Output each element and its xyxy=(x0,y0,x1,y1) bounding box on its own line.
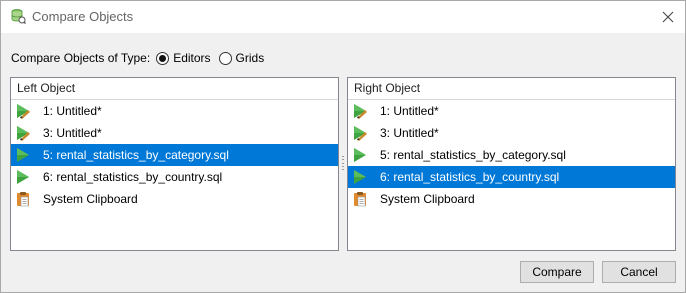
list-item-label: 5: rental_statistics_by_category.sql xyxy=(380,148,566,162)
radio-grids-label: Grids xyxy=(235,51,265,65)
right-item-untitled-3[interactable]: 3: Untitled* xyxy=(348,122,675,144)
editor-icon xyxy=(352,147,368,163)
left-item-rental-by-country[interactable]: 6: rental_statistics_by_country.sql xyxy=(11,166,338,188)
cancel-button[interactable]: Cancel xyxy=(602,261,676,283)
editor-icon xyxy=(15,169,31,185)
list-item-label: 1: Untitled* xyxy=(380,104,439,118)
right-item-untitled-1[interactable]: 1: Untitled* xyxy=(348,100,675,122)
list-item-label: 3: Untitled* xyxy=(43,126,102,140)
database-compare-icon xyxy=(10,8,26,24)
list-item-label: 1: Untitled* xyxy=(43,104,102,118)
title-bar: Compare Objects xyxy=(1,1,685,33)
list-item-label: 6: rental_statistics_by_country.sql xyxy=(380,170,560,184)
right-object-panel: Right Object 1: Untitled* 3: Untitled* 5… xyxy=(347,77,676,251)
close-button[interactable] xyxy=(651,1,685,33)
editor-modified-icon xyxy=(15,125,31,141)
object-type-selector: Compare Objects of Type: Editors Grids xyxy=(11,50,272,66)
editor-modified-icon xyxy=(352,103,368,119)
left-item-system-clipboard[interactable]: System Clipboard xyxy=(11,188,338,210)
left-object-panel: Left Object 1: Untitled* 3: Untitled* 5:… xyxy=(10,77,339,251)
right-object-header: Right Object xyxy=(348,78,675,100)
object-type-label: Compare Objects of Type: xyxy=(11,51,151,65)
close-icon xyxy=(662,11,674,23)
right-item-rental-by-country[interactable]: 6: rental_statistics_by_country.sql xyxy=(348,166,675,188)
right-item-rental-by-category[interactable]: 5: rental_statistics_by_category.sql xyxy=(348,144,675,166)
left-object-header: Left Object xyxy=(11,78,338,100)
compare-button[interactable]: Compare xyxy=(520,261,594,283)
editor-icon xyxy=(352,169,368,185)
window-title: Compare Objects xyxy=(32,9,134,24)
left-item-untitled-3[interactable]: 3: Untitled* xyxy=(11,122,338,144)
list-item-label: System Clipboard xyxy=(380,192,475,206)
left-item-rental-by-category[interactable]: 5: rental_statistics_by_category.sql xyxy=(11,144,338,166)
editor-icon xyxy=(15,147,31,163)
list-item-label: 3: Untitled* xyxy=(380,126,439,140)
left-item-untitled-1[interactable]: 1: Untitled* xyxy=(11,100,338,122)
radio-editors[interactable]: Editors xyxy=(156,51,211,65)
list-item-label: System Clipboard xyxy=(43,192,138,206)
radio-button-selected[interactable] xyxy=(156,51,170,65)
list-item-label: 6: rental_statistics_by_country.sql xyxy=(43,170,223,184)
compare-objects-dialog: Compare Objects Compare Objects of Type:… xyxy=(0,0,686,293)
radio-grids[interactable]: Grids xyxy=(218,51,265,65)
editor-modified-icon xyxy=(15,103,31,119)
radio-editors-label: Editors xyxy=(173,51,211,65)
clipboard-icon xyxy=(15,191,31,207)
right-item-system-clipboard[interactable]: System Clipboard xyxy=(348,188,675,210)
clipboard-icon xyxy=(352,191,368,207)
panel-splitter-handle[interactable] xyxy=(342,156,344,170)
editor-modified-icon xyxy=(352,125,368,141)
list-item-label: 5: rental_statistics_by_category.sql xyxy=(43,148,229,162)
radio-button-unselected[interactable] xyxy=(218,51,232,65)
